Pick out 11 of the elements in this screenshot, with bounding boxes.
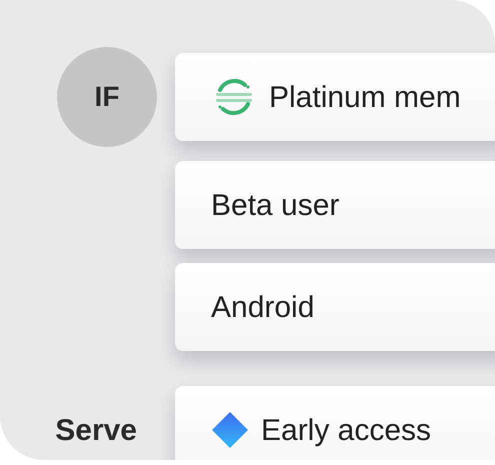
tag-card[interactable]: Beta user bbox=[175, 161, 495, 249]
diamond-icon bbox=[211, 411, 249, 449]
tag-card[interactable]: Android bbox=[175, 263, 495, 351]
tag-label: Android bbox=[211, 290, 314, 326]
group-label: Serve bbox=[55, 412, 137, 448]
tag-label: Platinum mem bbox=[269, 80, 461, 116]
tag-card[interactable]: Early access bbox=[175, 386, 495, 460]
tag-label: Early access bbox=[261, 412, 432, 448]
avatar: IF bbox=[57, 47, 157, 147]
tag-label: Beta user bbox=[211, 188, 340, 224]
tag-card[interactable]: Platinum mem bbox=[175, 53, 495, 141]
